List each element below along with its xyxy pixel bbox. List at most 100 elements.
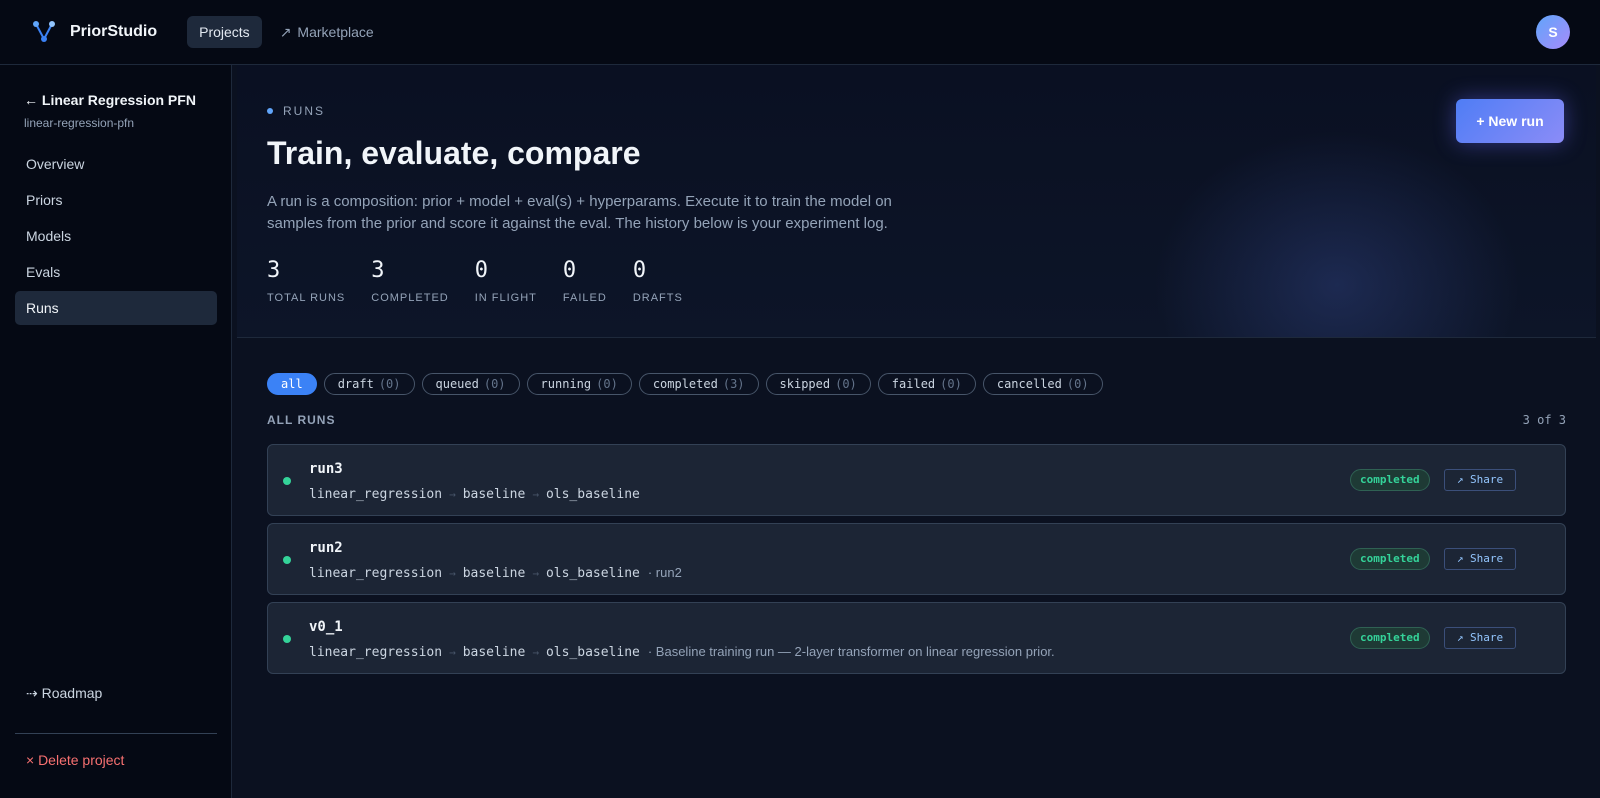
delete-project-button[interactable]: × Delete project [26, 752, 124, 768]
filter-count: (3) [722, 377, 745, 391]
run-list: run3 linear_regression → baseline → ols_base… [267, 444, 1566, 681]
stat-drafts: 0 DRAFTS [633, 258, 683, 304]
sidebar: ← Linear Regression PFN linear-regressio… [0, 65, 232, 798]
avatar[interactable]: S [1536, 15, 1570, 49]
nav-marketplace-label: Marketplace [297, 23, 374, 40]
filter-label: failed [891, 377, 936, 391]
run-row[interactable]: run3 linear_regression → baseline → ols_base… [267, 444, 1566, 516]
stat-label: TOTAL RUNS [267, 292, 346, 304]
section-eyebrow: RUNS [267, 104, 325, 118]
run-name: v0_1 [309, 619, 343, 635]
eyebrow-dot-icon [267, 108, 273, 114]
filter-queued[interactable]: queued (0) [421, 373, 520, 395]
run-eval: ols_baseline [545, 566, 640, 581]
run-prior: linear_regression [309, 566, 443, 581]
nav-marketplace[interactable]: ↗ Marketplace [268, 16, 386, 49]
page-description: A run is a composition: prior + model + … [267, 193, 892, 232]
new-run-button[interactable]: + New run [1456, 99, 1564, 143]
run-row[interactable]: v0_1 linear_regression → baseline → ols_base… [267, 602, 1566, 674]
runs-hero: RUNS Train, evaluate, compare A run is a… [237, 65, 1596, 338]
status-filters: all draft (0) queued (0) running (0) comple… [267, 373, 1110, 395]
filter-skipped[interactable]: skipped (0) [765, 373, 871, 395]
nav-projects[interactable]: Projects [187, 16, 262, 48]
run-prior: linear_regression [309, 487, 443, 502]
stat-label: FAILED [562, 292, 607, 304]
run-name: run2 [309, 540, 343, 556]
runs-count: 3 of 3 [1522, 413, 1566, 427]
stat-value: 0 [474, 258, 488, 283]
stat-failed: 0 FAILED [563, 258, 607, 304]
stat-value: 0 [562, 258, 577, 283]
app-name: PriorStudio [70, 23, 158, 40]
stat-label: COMPLETED [371, 292, 449, 304]
run-eval: ols_baseline [545, 487, 640, 502]
share-button[interactable]: ↗ Share [1444, 548, 1516, 570]
external-link-icon: ↗ [279, 23, 292, 40]
sidebar-item-evals[interactable]: Evals [15, 255, 217, 289]
arrow-right-icon: → [532, 646, 539, 659]
page-title: Train, evaluate, compare [267, 135, 641, 171]
stat-in-flight: 0 IN FLIGHT [475, 258, 537, 304]
filter-draft[interactable]: draft (0) [323, 373, 415, 395]
status-badge: completed [1350, 627, 1430, 649]
filter-label: queued [435, 377, 479, 391]
run-prior: linear_regression [309, 645, 443, 660]
project-slug: linear-regression-pfn [24, 116, 135, 130]
run-row[interactable]: run2 linear_regression → baseline → ols_base… [267, 523, 1566, 595]
filter-completed[interactable]: completed (3) [638, 373, 759, 395]
status-badge: completed [1350, 469, 1430, 491]
status-dot-icon [283, 635, 291, 643]
run-note: · Baseline training run — 2-layer transf… [647, 644, 1055, 659]
arrow-right-icon: → [532, 488, 539, 501]
logo-icon [33, 21, 55, 42]
filter-label: running [540, 377, 592, 391]
filter-count: (0) [835, 377, 857, 391]
eyebrow-label: RUNS [283, 104, 326, 118]
run-composition: linear_regression → baseline → ols_baseline ·… [309, 644, 1055, 660]
runs-section-title: ALL RUNS [267, 413, 336, 427]
top-bar: PriorStudio Projects ↗ Marketplace S [0, 0, 1600, 65]
stat-label: DRAFTS [632, 292, 683, 304]
run-model: baseline [462, 487, 526, 502]
run-eval: ols_baseline [545, 645, 640, 660]
sidebar-item-models[interactable]: Models [15, 219, 217, 253]
filter-label: draft [337, 377, 374, 391]
filter-all[interactable]: all [267, 373, 317, 395]
run-model: baseline [462, 645, 526, 660]
stat-value: 0 [632, 258, 647, 283]
brand[interactable]: PriorStudio [32, 20, 157, 44]
arrow-right-icon: → [449, 488, 456, 501]
stat-value: 3 [371, 258, 385, 283]
filter-label: completed [652, 377, 718, 391]
status-badge: completed [1350, 548, 1430, 570]
run-model: baseline [462, 566, 526, 581]
filter-count: (0) [596, 377, 618, 391]
filter-failed[interactable]: failed (0) [877, 373, 976, 395]
status-dot-icon [283, 477, 291, 485]
filter-count: (0) [483, 377, 506, 391]
back-to-project-link[interactable]: ← Linear Regression PFN [24, 92, 196, 108]
roadmap-link[interactable]: ⇢ Roadmap [26, 685, 102, 702]
filter-label: all [281, 377, 303, 391]
filter-running[interactable]: running (0) [526, 373, 632, 395]
arrow-right-icon: → [449, 646, 456, 659]
filter-cancelled[interactable]: cancelled (0) [982, 373, 1103, 395]
arrow-right-icon: → [449, 567, 456, 580]
sidebar-item-priors[interactable]: Priors [15, 183, 217, 217]
sidebar-divider [15, 733, 217, 734]
stat-completed: 3 COMPLETED [371, 258, 448, 304]
filter-count: (0) [378, 377, 401, 391]
share-button[interactable]: ↗ Share [1444, 627, 1516, 649]
sidebar-item-overview[interactable]: Overview [15, 147, 217, 181]
run-note: · run2 [647, 565, 682, 580]
share-button[interactable]: ↗ Share [1444, 469, 1516, 491]
stat-value: 3 [267, 258, 281, 283]
run-stats: 3 TOTAL RUNS 3 COMPLETED 0 IN FLIGHT 0 F… [267, 258, 709, 304]
filter-label: cancelled [996, 377, 1062, 391]
sidebar-item-runs[interactable]: Runs [15, 291, 217, 325]
status-dot-icon [283, 556, 291, 564]
run-composition: linear_regression → baseline → ols_baseline [309, 486, 648, 502]
filter-label: skipped [779, 377, 831, 391]
run-composition: linear_regression → baseline → ols_baseline ·… [309, 565, 682, 581]
filter-count: (0) [1066, 377, 1089, 391]
